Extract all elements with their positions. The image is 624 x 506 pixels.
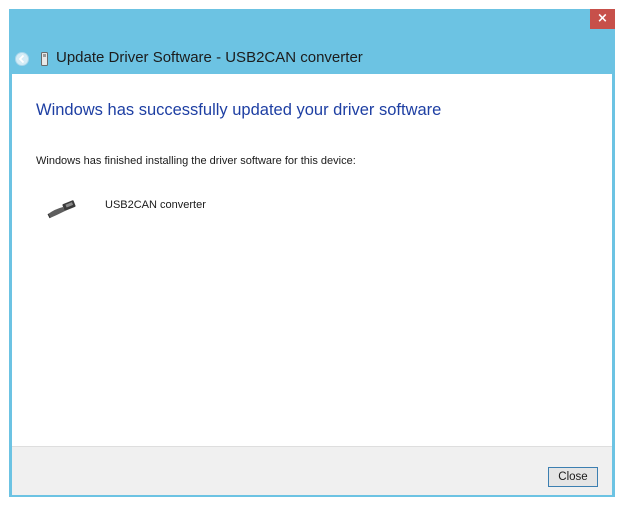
wizard-footer: Close xyxy=(12,446,612,495)
wizard-content: Windows has successfully updated your dr… xyxy=(12,74,612,446)
wizard-title: Update Driver Software - USB2CAN convert… xyxy=(56,49,363,66)
back-arrow-icon xyxy=(18,54,25,64)
window-close-button[interactable]: × xyxy=(590,9,615,29)
usb-plug-icon xyxy=(47,200,76,219)
success-heading: Windows has successfully updated your dr… xyxy=(36,101,442,119)
wizard-nav-bar: Update Driver Software - USB2CAN convert… xyxy=(9,44,615,74)
close-icon: × xyxy=(597,11,608,26)
device-name: USB2CAN converter xyxy=(105,199,206,211)
back-button[interactable] xyxy=(15,52,29,66)
usb-device-icon xyxy=(41,52,48,66)
install-description: Windows has finished installing the driv… xyxy=(36,155,356,167)
title-bar[interactable]: × xyxy=(9,9,615,37)
driver-update-window: × Update Driver Software - USB2CAN conve… xyxy=(9,9,615,497)
close-button[interactable]: Close xyxy=(548,467,598,487)
